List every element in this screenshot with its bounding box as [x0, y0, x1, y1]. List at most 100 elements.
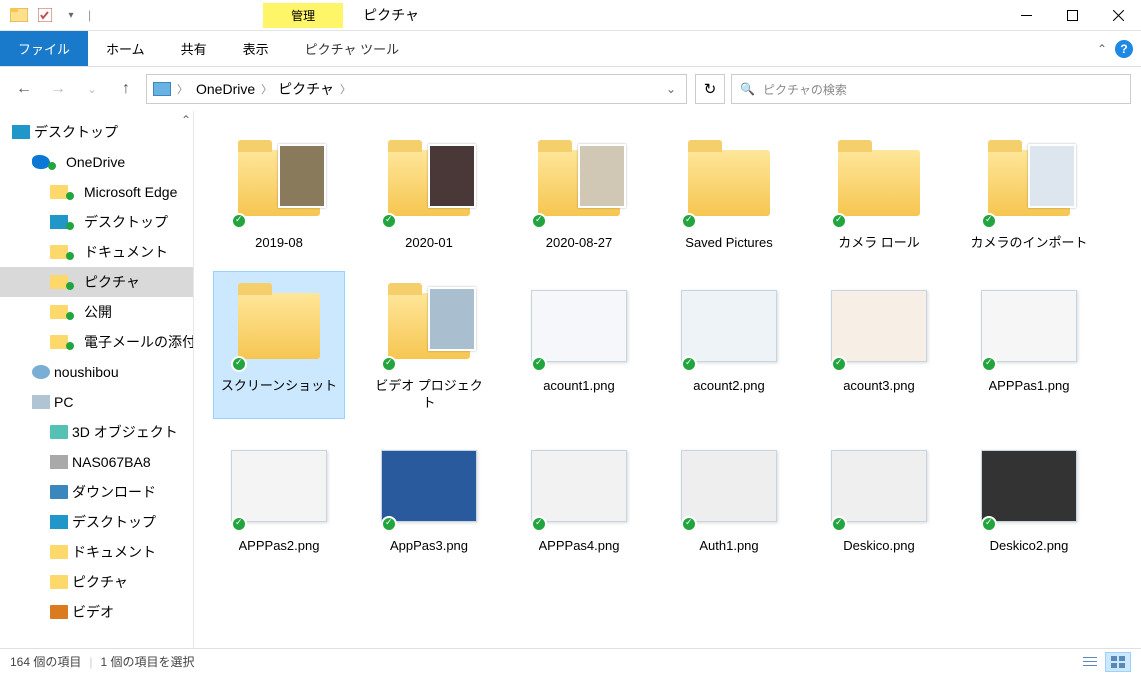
item-label: カメラ ロール: [838, 235, 920, 252]
thumbnail: [531, 278, 627, 374]
tree-nas[interactable]: NAS067BA8: [0, 447, 193, 477]
tree-desktop[interactable]: デスクトップ: [0, 117, 193, 147]
ribbon-collapse-icon[interactable]: ⌃: [1097, 42, 1107, 56]
item-label: acount3.png: [843, 378, 915, 395]
window-title: ピクチャ: [363, 5, 419, 25]
folder-item[interactable]: ビデオ プロジェクト: [364, 272, 494, 418]
thumbnail: [531, 438, 627, 534]
chevron-right-icon[interactable]: 〉: [261, 81, 272, 97]
tree-public[interactable]: 公開: [0, 297, 193, 327]
sync-status-icon: [531, 516, 547, 532]
sync-status-icon: [231, 356, 247, 372]
breadcrumb-pictures[interactable]: ピクチャ: [276, 77, 336, 101]
location-icon: [153, 82, 171, 96]
tab-share[interactable]: 共有: [163, 31, 225, 66]
folder-item[interactable]: Saved Pictures: [664, 129, 794, 258]
file-item[interactable]: acount3.png: [814, 272, 944, 418]
folder-item[interactable]: スクリーンショット: [214, 272, 344, 418]
tab-view[interactable]: 表示: [225, 31, 287, 66]
back-button[interactable]: ←: [10, 75, 38, 103]
chevron-right-icon[interactable]: 〉: [177, 81, 188, 97]
file-item[interactable]: acount1.png: [514, 272, 644, 418]
tab-picture-tools[interactable]: ピクチャ ツール: [287, 31, 417, 66]
sync-status-icon: [381, 213, 397, 229]
thumbnail: [381, 135, 477, 231]
file-item[interactable]: APPPas2.png: [214, 432, 344, 561]
close-button[interactable]: [1095, 0, 1141, 31]
tree-label: 公開: [84, 302, 112, 322]
sync-status-icon: [981, 516, 997, 532]
tree-pictures2[interactable]: ピクチャ: [0, 567, 193, 597]
recent-locations-button[interactable]: ⌄: [78, 75, 106, 103]
up-button[interactable]: ↑: [112, 75, 140, 103]
tree-label: ドキュメント: [84, 242, 168, 262]
item-label: acount1.png: [543, 378, 615, 395]
qat-dropdown-icon[interactable]: ▾: [60, 4, 82, 26]
item-label: 2020-08-27: [546, 235, 613, 252]
file-item[interactable]: Deskico2.png: [964, 432, 1094, 561]
tree-label: PC: [54, 394, 73, 410]
tree-documents2[interactable]: ドキュメント: [0, 537, 193, 567]
scroll-up-icon[interactable]: ⌃: [181, 113, 191, 127]
file-item[interactable]: Auth1.png: [664, 432, 794, 561]
refresh-button[interactable]: ↻: [695, 74, 725, 104]
file-item[interactable]: acount2.png: [664, 272, 794, 418]
item-label: ビデオ プロジェクト: [370, 378, 488, 412]
sync-status-icon: [981, 213, 997, 229]
tree-downloads[interactable]: ダウンロード: [0, 477, 193, 507]
breadcrumb-bar[interactable]: 〉 OneDrive 〉 ピクチャ 〉 ⌄: [146, 74, 687, 104]
tree-video[interactable]: ビデオ: [0, 597, 193, 627]
sync-status-icon: [681, 213, 697, 229]
details-view-button[interactable]: [1077, 652, 1103, 672]
chevron-right-icon[interactable]: 〉: [340, 81, 351, 97]
tree-msedge[interactable]: Microsoft Edge: [0, 177, 193, 207]
tree-3d[interactable]: 3D オブジェクト: [0, 417, 193, 447]
thumbnail: [231, 135, 327, 231]
sync-status-icon: [381, 516, 397, 532]
tree-desktop2[interactable]: デスクトップ: [0, 207, 193, 237]
tree-documents[interactable]: ドキュメント: [0, 237, 193, 267]
sync-status-icon: [681, 356, 697, 372]
tree-label: Microsoft Edge: [84, 184, 177, 200]
thumbnail: [831, 135, 927, 231]
file-item[interactable]: APPPas4.png: [514, 432, 644, 561]
tree-email[interactable]: 電子メールの添付ファイル: [0, 327, 193, 357]
folder-item[interactable]: 2020-08-27: [514, 129, 644, 258]
content-pane[interactable]: 2019-082020-01 2020-08-27 Saved Pictures カメ…: [194, 111, 1141, 648]
sync-status-icon: [531, 213, 547, 229]
folder-item[interactable]: 2020-01: [364, 129, 494, 258]
tree-label: デスクトップ: [34, 122, 118, 142]
help-icon[interactable]: ?: [1115, 40, 1133, 58]
thumbnail: [381, 438, 477, 534]
properties-icon[interactable]: [34, 4, 56, 26]
tree-pictures[interactable]: ピクチャ: [0, 267, 193, 297]
tree-desktop3[interactable]: デスクトップ: [0, 507, 193, 537]
minimize-button[interactable]: [1003, 0, 1049, 31]
window-controls: [1003, 0, 1141, 31]
thumbnail: [231, 438, 327, 534]
thumbnail: [981, 278, 1077, 374]
maximize-button[interactable]: [1049, 0, 1095, 31]
tree-pc[interactable]: PC: [0, 387, 193, 417]
thumbnail: [681, 438, 777, 534]
tree-label: デスクトップ: [72, 512, 156, 532]
breadcrumb-onedrive[interactable]: OneDrive: [194, 79, 257, 99]
file-item[interactable]: Deskico.png: [814, 432, 944, 561]
forward-button[interactable]: →: [44, 75, 72, 103]
file-item[interactable]: AppPas3.png: [364, 432, 494, 561]
thumbnails-view-button[interactable]: [1105, 652, 1131, 672]
navigation-pane[interactable]: ⌃ デスクトップ OneDrive Microsoft Edge デスクトップ …: [0, 111, 194, 648]
file-item[interactable]: APPPas1.png: [964, 272, 1094, 418]
tab-home[interactable]: ホーム: [88, 31, 163, 66]
folder-item[interactable]: 2019-08: [214, 129, 344, 258]
tree-user[interactable]: noushibou: [0, 357, 193, 387]
item-label: APPPas1.png: [989, 378, 1070, 395]
search-input[interactable]: 🔍 ピクチャの検索: [731, 74, 1131, 104]
tree-onedrive[interactable]: OneDrive: [0, 147, 193, 177]
thumbnail: [681, 135, 777, 231]
address-dropdown-icon[interactable]: ⌄: [662, 82, 680, 96]
folder-item[interactable]: カメラのインポート: [964, 129, 1094, 258]
folder-item[interactable]: カメラ ロール: [814, 129, 944, 258]
status-separator: |: [89, 655, 92, 669]
tab-file[interactable]: ファイル: [0, 31, 88, 66]
